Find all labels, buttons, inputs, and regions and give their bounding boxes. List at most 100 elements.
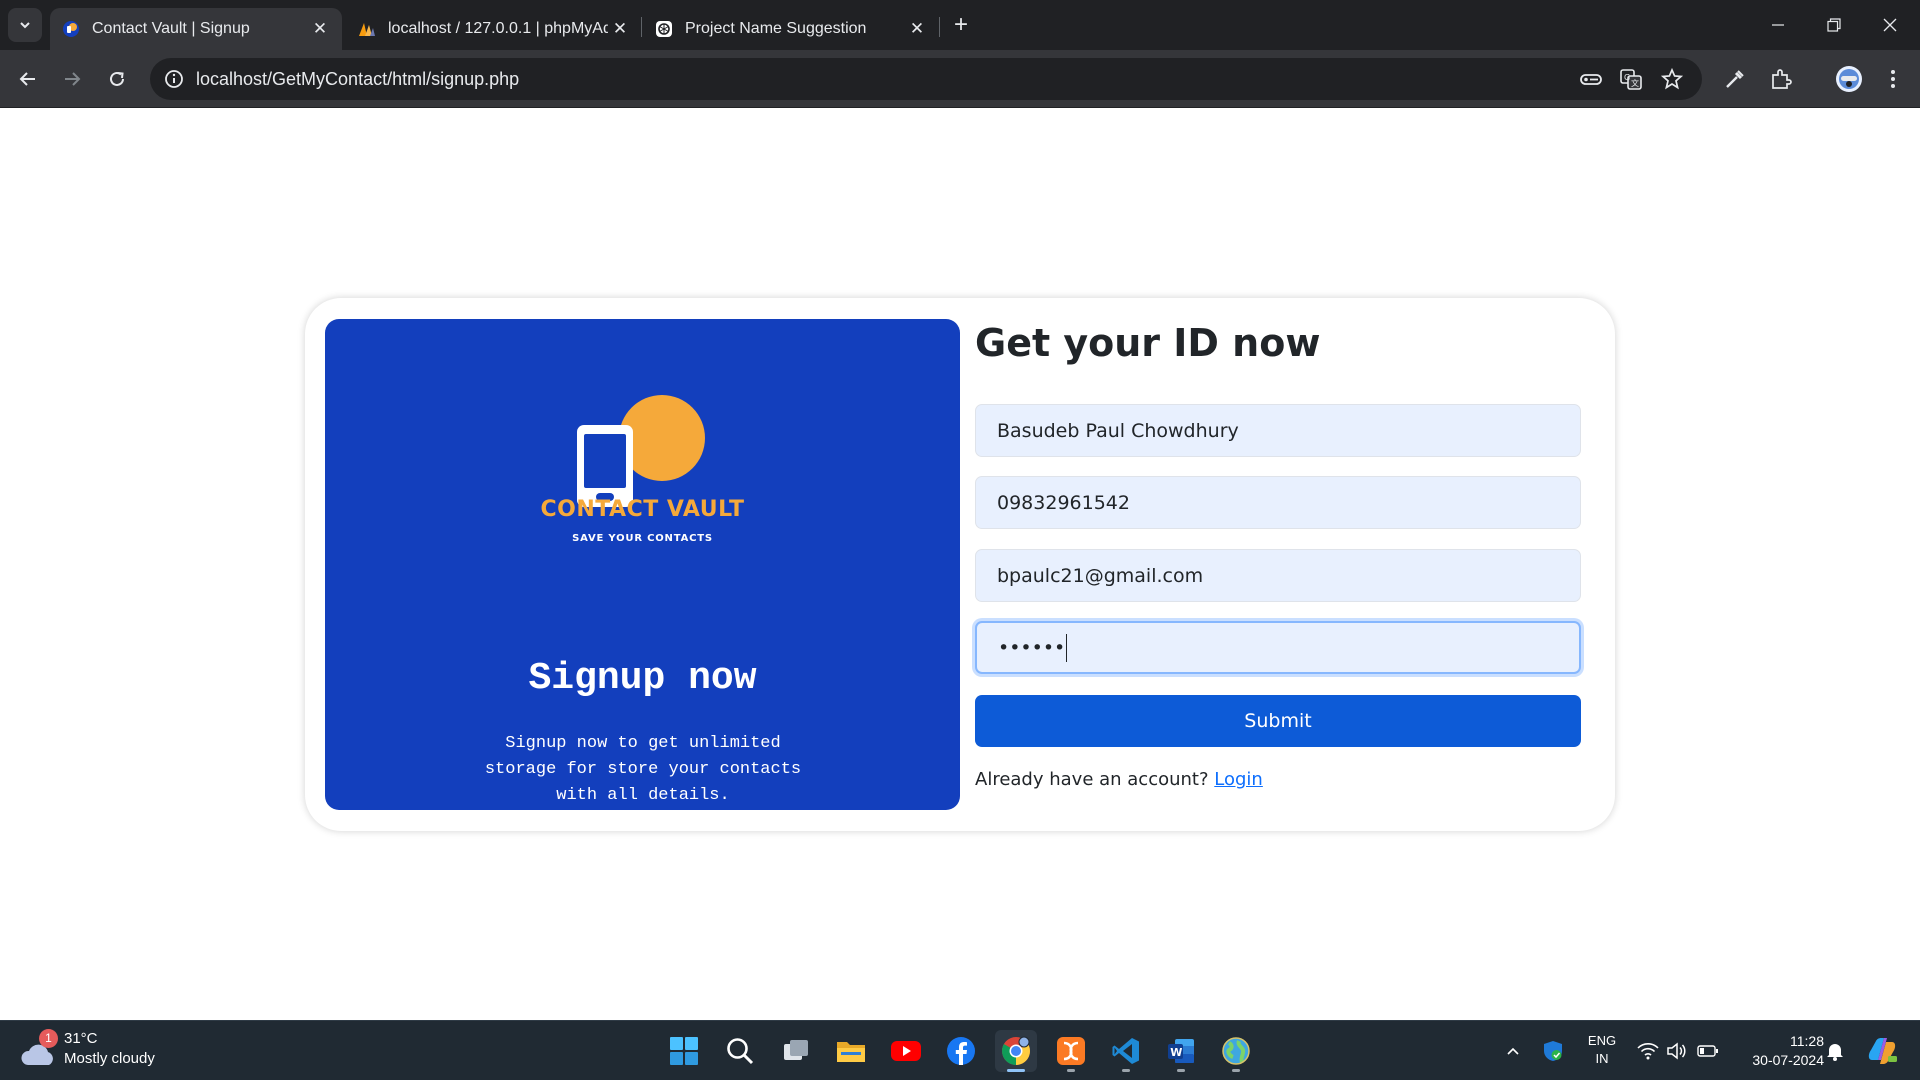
login-prompt-line: Already have an account? Login: [975, 769, 1263, 790]
chrome-app-button[interactable]: [995, 1030, 1037, 1072]
submit-button[interactable]: Submit: [975, 695, 1581, 747]
weather-badge: 1: [39, 1029, 58, 1048]
brand-name: CONTACT VAULT: [540, 497, 745, 522]
wifi-icon: [1637, 1043, 1659, 1060]
facebook-app-button[interactable]: [940, 1030, 982, 1072]
minimize-icon: [1772, 24, 1784, 26]
chevron-up-icon: [1507, 1047, 1519, 1055]
language-indicator[interactable]: ENG IN: [1584, 1032, 1620, 1068]
close-tab-icon[interactable]: ✕: [905, 17, 929, 41]
chrome-icon: [1002, 1036, 1030, 1065]
translate-icon[interactable]: G文: [1619, 67, 1643, 91]
new-tab-button[interactable]: +: [948, 12, 974, 38]
weather-temperature: 31°C: [64, 1030, 98, 1047]
close-tab-icon[interactable]: ✕: [608, 17, 632, 41]
browser-globe-app-button[interactable]: [1215, 1030, 1257, 1072]
taskbar-search-button[interactable]: [719, 1030, 761, 1072]
profile-avatar[interactable]: [1835, 65, 1863, 93]
volume-tray-button[interactable]: [1665, 1021, 1689, 1081]
restore-icon: [1827, 18, 1841, 32]
security-tray-button[interactable]: [1540, 1021, 1566, 1081]
youtube-icon: [891, 1041, 921, 1061]
file-explorer-button[interactable]: [830, 1030, 872, 1072]
forward-button[interactable]: [56, 63, 88, 95]
bell-icon: [1827, 1044, 1843, 1061]
password-input[interactable]: ••••••: [975, 621, 1581, 674]
brand-tagline: SAVE YOUR CONTACTS: [572, 533, 713, 544]
tab-separator: [939, 17, 940, 37]
browser-toolbar: localhost/GetMyContact/html/signup.php G…: [0, 50, 1920, 108]
password-key-icon[interactable]: [1579, 67, 1603, 91]
wifi-tray-button[interactable]: [1636, 1021, 1660, 1081]
folder-icon: [837, 1042, 865, 1062]
email-input[interactable]: bpaulc21@gmail.com: [975, 549, 1581, 602]
facebook-icon: [947, 1037, 975, 1065]
language-code: ENG: [1587, 1033, 1617, 1048]
clock-date: 30-07-2024: [1752, 1052, 1824, 1068]
search-icon: [727, 1038, 754, 1065]
minimize-button[interactable]: [1750, 0, 1806, 50]
battery-icon: [1697, 1045, 1718, 1057]
url-text[interactable]: localhost/GetMyContact/html/signup.php: [196, 58, 519, 100]
close-window-button[interactable]: [1862, 0, 1918, 50]
tab-title: Contact Vault | Signup: [92, 20, 250, 37]
tab-phpmyadmin[interactable]: localhost / 127.0.0.1 | phpMyAd ✕: [346, 8, 642, 50]
close-tab-icon[interactable]: ✕: [308, 17, 332, 41]
phpmyadmin-favicon-icon: [359, 23, 375, 36]
form-heading: Get your ID now: [975, 321, 1321, 365]
name-input[interactable]: Basudeb Paul Chowdhury: [975, 404, 1581, 457]
promo-panel: CONTACT VAULT SAVE YOUR CONTACTS Signup …: [325, 319, 960, 810]
show-hidden-icons-button[interactable]: [1502, 1021, 1524, 1081]
globe-icon: [1222, 1037, 1250, 1065]
password-value: ••••••: [998, 636, 1066, 659]
windows-taskbar: 1 31°C Mostly cloudy W ENG IN 11:28 30-0…: [0, 1020, 1920, 1080]
tab-search-button[interactable]: [8, 8, 42, 42]
word-app-button[interactable]: W: [1160, 1030, 1202, 1072]
chatgpt-favicon-icon: [656, 21, 672, 37]
login-link[interactable]: Login: [1214, 769, 1263, 790]
svg-text:G: G: [1624, 73, 1630, 82]
phone-input[interactable]: 09832961542: [975, 476, 1581, 529]
extensions-puzzle-icon[interactable]: [1767, 65, 1795, 93]
name-value: Basudeb Paul Chowdhury: [997, 419, 1239, 442]
svg-text:文: 文: [1631, 78, 1639, 88]
region-code: IN: [1595, 1051, 1609, 1066]
reload-button[interactable]: [101, 63, 133, 95]
battery-tray-button[interactable]: [1695, 1021, 1721, 1081]
promo-heading: Signup now: [528, 657, 757, 700]
address-bar[interactable]: localhost/GetMyContact/html/signup.php G…: [150, 58, 1702, 100]
notifications-button[interactable]: [1824, 1021, 1846, 1081]
copilot-icon: [1868, 1038, 1897, 1064]
signup-card: CONTACT VAULT SAVE YOUR CONTACTS Signup …: [305, 298, 1615, 831]
kebab-menu-icon[interactable]: [1879, 65, 1907, 93]
clock-time: 11:28: [1790, 1033, 1824, 1049]
copilot-button[interactable]: [1862, 1021, 1902, 1081]
xampp-app-button[interactable]: [1050, 1030, 1092, 1072]
task-view-button[interactable]: [775, 1030, 817, 1072]
site-info-icon[interactable]: [162, 67, 186, 91]
speaker-icon: [1667, 1042, 1686, 1060]
close-icon: [1883, 18, 1897, 32]
tab-title: localhost / 127.0.0.1 | phpMyAd: [388, 20, 608, 37]
system-clock[interactable]: 11:28 30-07-2024: [1734, 1032, 1824, 1070]
reload-icon: [110, 71, 124, 86]
contact-vault-logo: [577, 395, 705, 507]
eyedropper-icon[interactable]: [1721, 65, 1749, 93]
chevron-down-icon: [20, 22, 30, 29]
vscode-app-button[interactable]: [1105, 1030, 1147, 1072]
word-icon: W: [1168, 1039, 1194, 1063]
text-caret: [1066, 633, 1068, 662]
restore-button[interactable]: [1806, 0, 1862, 50]
arrow-left-icon: [19, 72, 35, 86]
defender-shield-icon: [1544, 1041, 1562, 1061]
tab-title: Project Name Suggestion: [685, 20, 867, 37]
tab-contact-vault[interactable]: Contact Vault | Signup ✕: [50, 8, 342, 50]
youtube-app-button[interactable]: [885, 1030, 927, 1072]
weather-widget[interactable]: 1 31°C Mostly cloudy: [20, 1029, 180, 1073]
back-button[interactable]: [12, 63, 44, 95]
start-button[interactable]: [663, 1030, 705, 1072]
tab-project-name[interactable]: Project Name Suggestion ✕: [643, 8, 939, 50]
bookmark-star-icon[interactable]: [1660, 67, 1684, 91]
windows-start-icon: [670, 1037, 698, 1065]
weather-condition: Mostly cloudy: [64, 1050, 155, 1067]
